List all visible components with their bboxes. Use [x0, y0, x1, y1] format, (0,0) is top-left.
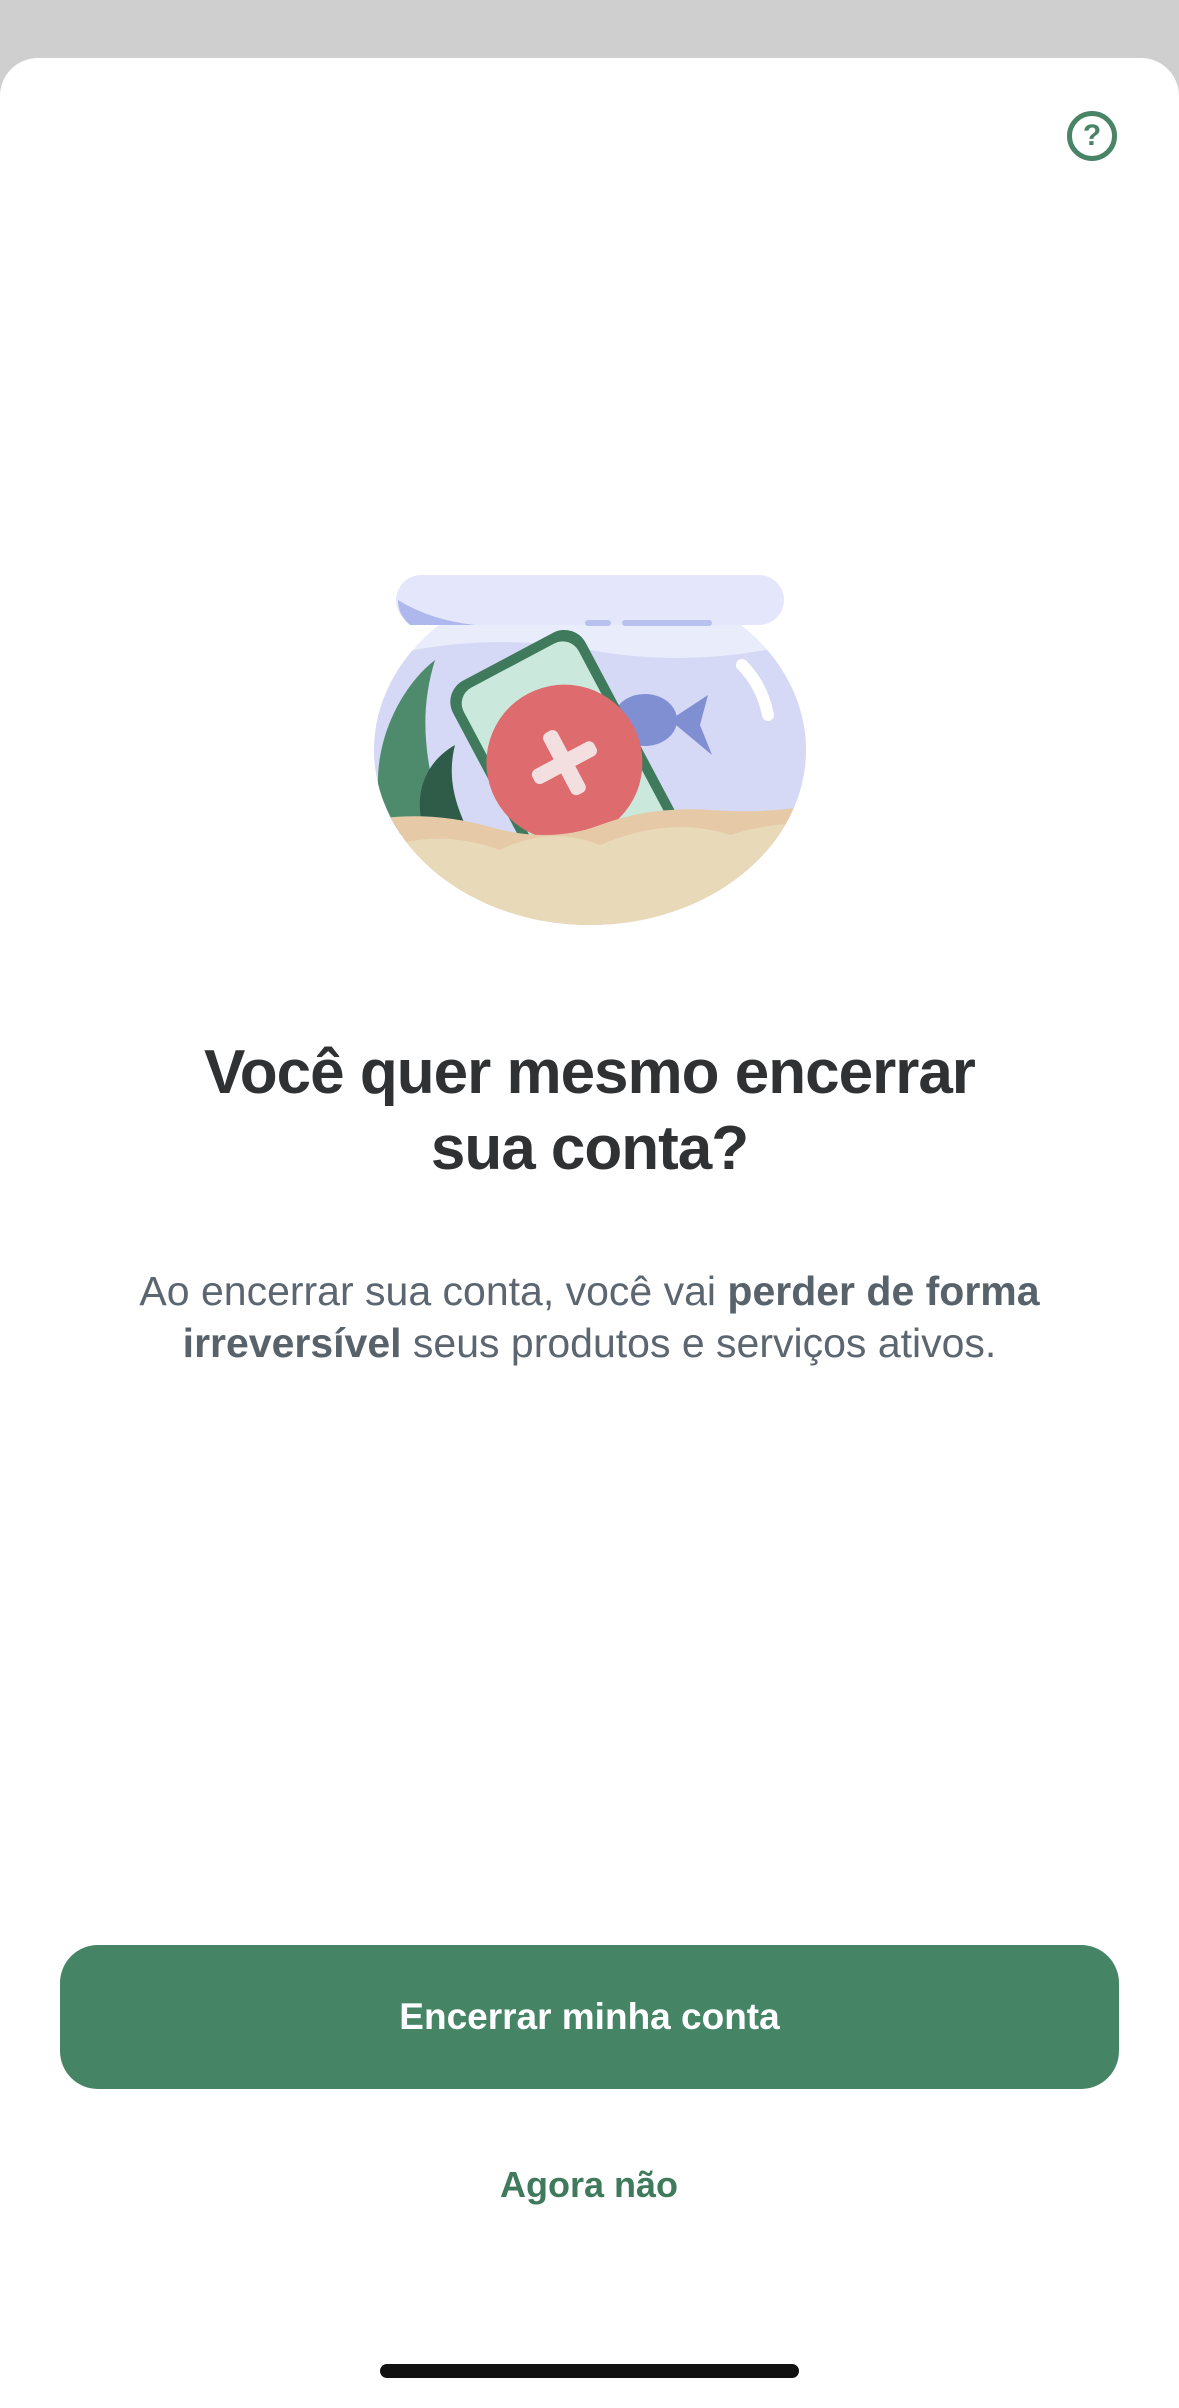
description-text-end: seus produtos e serviços ativos. [401, 1320, 997, 1366]
home-indicator [380, 2364, 799, 2378]
close-account-button[interactable]: Encerrar minha conta [60, 1945, 1119, 2089]
description-text: Ao encerrar sua conta, você vai [139, 1268, 728, 1314]
dialog-description: Ao encerrar sua conta, você vai perder d… [80, 1265, 1099, 1369]
title-line-2: sua conta? [430, 1114, 749, 1183]
help-icon[interactable]: ? [1067, 111, 1117, 161]
not-now-button[interactable]: Agora não [389, 2155, 789, 2215]
help-glyph: ? [1082, 119, 1102, 152]
dialog-title: Você quer mesmo encerrar sua conta? [90, 1035, 1089, 1187]
fishbowl-phone-illustration [374, 575, 806, 925]
title-line-1: Você quer mesmo encerrar [204, 1038, 976, 1107]
